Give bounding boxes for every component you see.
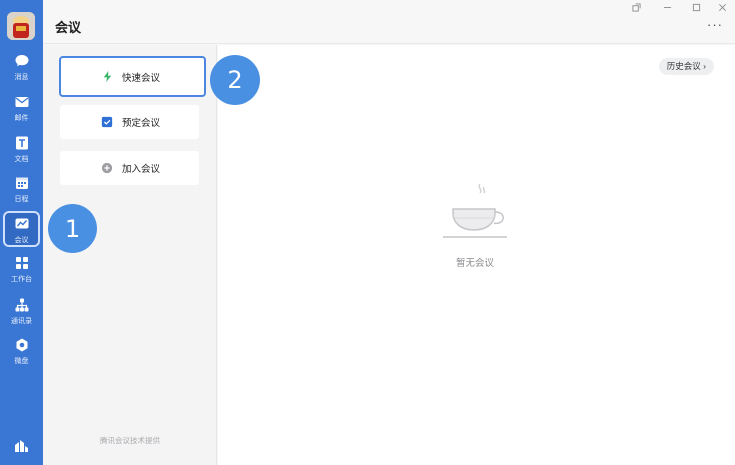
join-meeting-button[interactable]: 加入会议 <box>60 151 199 185</box>
meeting-icon <box>14 216 30 232</box>
checkbox-calendar-icon <box>100 115 114 129</box>
rail-item-meeting[interactable]: 会议 <box>3 211 40 247</box>
quick-meeting-label: 快速会议 <box>122 72 161 84</box>
avatar[interactable] <box>7 12 35 40</box>
rail-item-label: 会议 <box>14 237 29 244</box>
rail-item-label: 通讯录 <box>11 318 32 325</box>
meeting-actions-panel: 快速会议 预定会议 加入会议 腾讯会议技术提供 <box>43 45 217 465</box>
mail-icon <box>14 94 30 110</box>
quick-meeting-button[interactable]: 快速会议 <box>59 56 206 97</box>
page-header: 会议 ··· <box>43 0 735 44</box>
lightning-icon <box>100 70 114 84</box>
minimize-icon[interactable] <box>656 0 678 14</box>
rail-item-label: 工作台 <box>11 276 32 283</box>
document-icon <box>14 135 30 151</box>
schedule-meeting-button[interactable]: 预定会议 <box>60 105 199 139</box>
join-meeting-label: 加入会议 <box>122 164 161 175</box>
rail-item-label: 日程 <box>14 196 29 203</box>
contacts-tree-icon <box>14 297 30 313</box>
rail-item-workbench[interactable]: 工作台 <box>0 255 43 291</box>
history-meetings-button[interactable]: 历史会议 › <box>658 58 714 75</box>
popout-icon[interactable] <box>625 0 647 14</box>
more-options-icon[interactable]: ··· <box>707 17 723 32</box>
rail-item-docs[interactable]: 文档 <box>0 135 43 171</box>
rail-item-mail[interactable]: 邮件 <box>0 94 43 130</box>
annotation-marker-1: 1 <box>48 204 97 253</box>
workbench-grid-icon <box>14 255 30 271</box>
page-title: 会议 <box>55 20 82 35</box>
rail-item-label: 文档 <box>14 156 29 163</box>
main-content: 历史会议 › 暂无会议 <box>218 45 735 465</box>
more-apps-icon[interactable] <box>13 437 30 454</box>
maximize-icon[interactable] <box>685 0 707 14</box>
left-nav-rail: 消息 邮件 文档 日程 会议 工作台 通讯录 微盘 <box>0 0 43 465</box>
close-icon[interactable] <box>711 0 733 14</box>
rail-item-contacts[interactable]: 通讯录 <box>0 297 43 333</box>
rail-item-label: 微盘 <box>14 358 29 365</box>
chat-bubble-icon <box>14 53 30 69</box>
rail-item-messages[interactable]: 消息 <box>0 53 43 89</box>
schedule-meeting-label: 预定会议 <box>122 118 161 129</box>
rail-item-calendar[interactable]: 日程 <box>0 175 43 211</box>
coffee-cup-icon <box>440 180 510 242</box>
empty-state-text: 暂无会议 <box>455 258 494 269</box>
calendar-icon <box>14 175 30 191</box>
cloud-drive-icon <box>14 337 30 353</box>
powered-by-note: 腾讯会议技术提供 <box>100 436 160 445</box>
plus-circle-icon <box>100 161 114 175</box>
annotation-marker-2: 2 <box>210 55 260 105</box>
rail-item-label: 邮件 <box>14 115 29 122</box>
rail-item-label: 消息 <box>14 74 29 81</box>
rail-item-drive[interactable]: 微盘 <box>0 337 43 373</box>
